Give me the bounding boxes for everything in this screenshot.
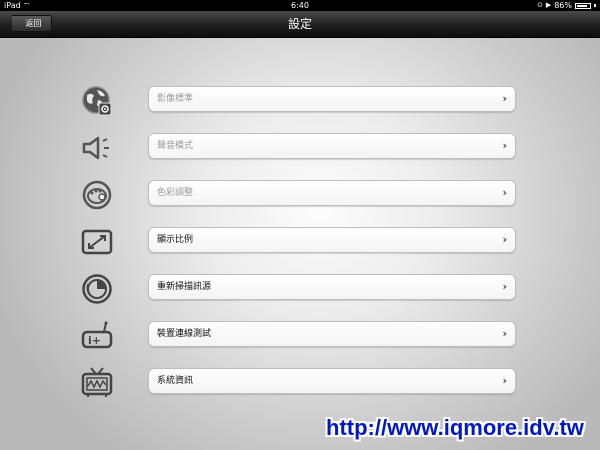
chevron-right-icon: › [502,233,507,246]
palette-icon [80,178,114,212]
chevron-right-icon: › [502,327,507,340]
settings-row-system-info: 系統資訊 › [80,366,516,400]
color-adjust-button[interactable]: 色彩調整 › [148,180,516,206]
settings-row-rescan-source: 重新掃描訊源 › [80,274,516,304]
globe-gear-icon [80,84,114,118]
chevron-right-icon: › [502,139,507,152]
settings-list: 影像標準 › 聲音模式 › 色彩調整 › 顯示比例 › 重新掃描訊源 › i+ … [0,0,600,450]
system-info-button[interactable]: 系統資訊 › [148,368,516,394]
aspect-ratio-icon [80,225,114,259]
svg-text:i+: i+ [88,334,101,347]
settings-row-connection-test: i+ 裝置連線測試 › [80,321,516,351]
color-adjust-label: 色彩調整 [157,188,194,198]
speaker-icon [80,131,114,165]
sound-mode-button[interactable]: 聲音模式 › [148,133,516,159]
settings-row-sound-mode: 聲音模式 › [80,133,516,163]
settings-row-color-adjust: 色彩調整 › [80,180,516,210]
connection-test-button[interactable]: 裝置連線測試 › [148,321,516,347]
chevron-right-icon: › [502,186,507,199]
connection-test-icon: i+ [80,319,114,353]
rescan-source-label: 重新掃描訊源 [157,282,212,292]
rescan-source-button[interactable]: 重新掃描訊源 › [148,274,516,300]
scan-icon [80,272,114,306]
aspect-ratio-button[interactable]: 顯示比例 › [148,227,516,253]
tv-icon [80,366,114,400]
video-standard-label: 影像標準 [157,94,194,104]
chevron-right-icon: › [502,280,507,293]
settings-row-video-standard: 影像標準 › [80,86,516,116]
video-standard-button[interactable]: 影像標準 › [148,86,516,112]
system-info-label: 系統資訊 [157,376,194,386]
watermark-url: http://www.iqmore.idv.tw [326,415,584,440]
connection-test-label: 裝置連線測試 [157,329,212,339]
chevron-right-icon: › [502,92,507,105]
settings-row-aspect-ratio: 顯示比例 › [80,227,516,257]
sound-mode-label: 聲音模式 [157,141,194,151]
aspect-ratio-label: 顯示比例 [157,235,194,245]
chevron-right-icon: › [502,374,507,387]
